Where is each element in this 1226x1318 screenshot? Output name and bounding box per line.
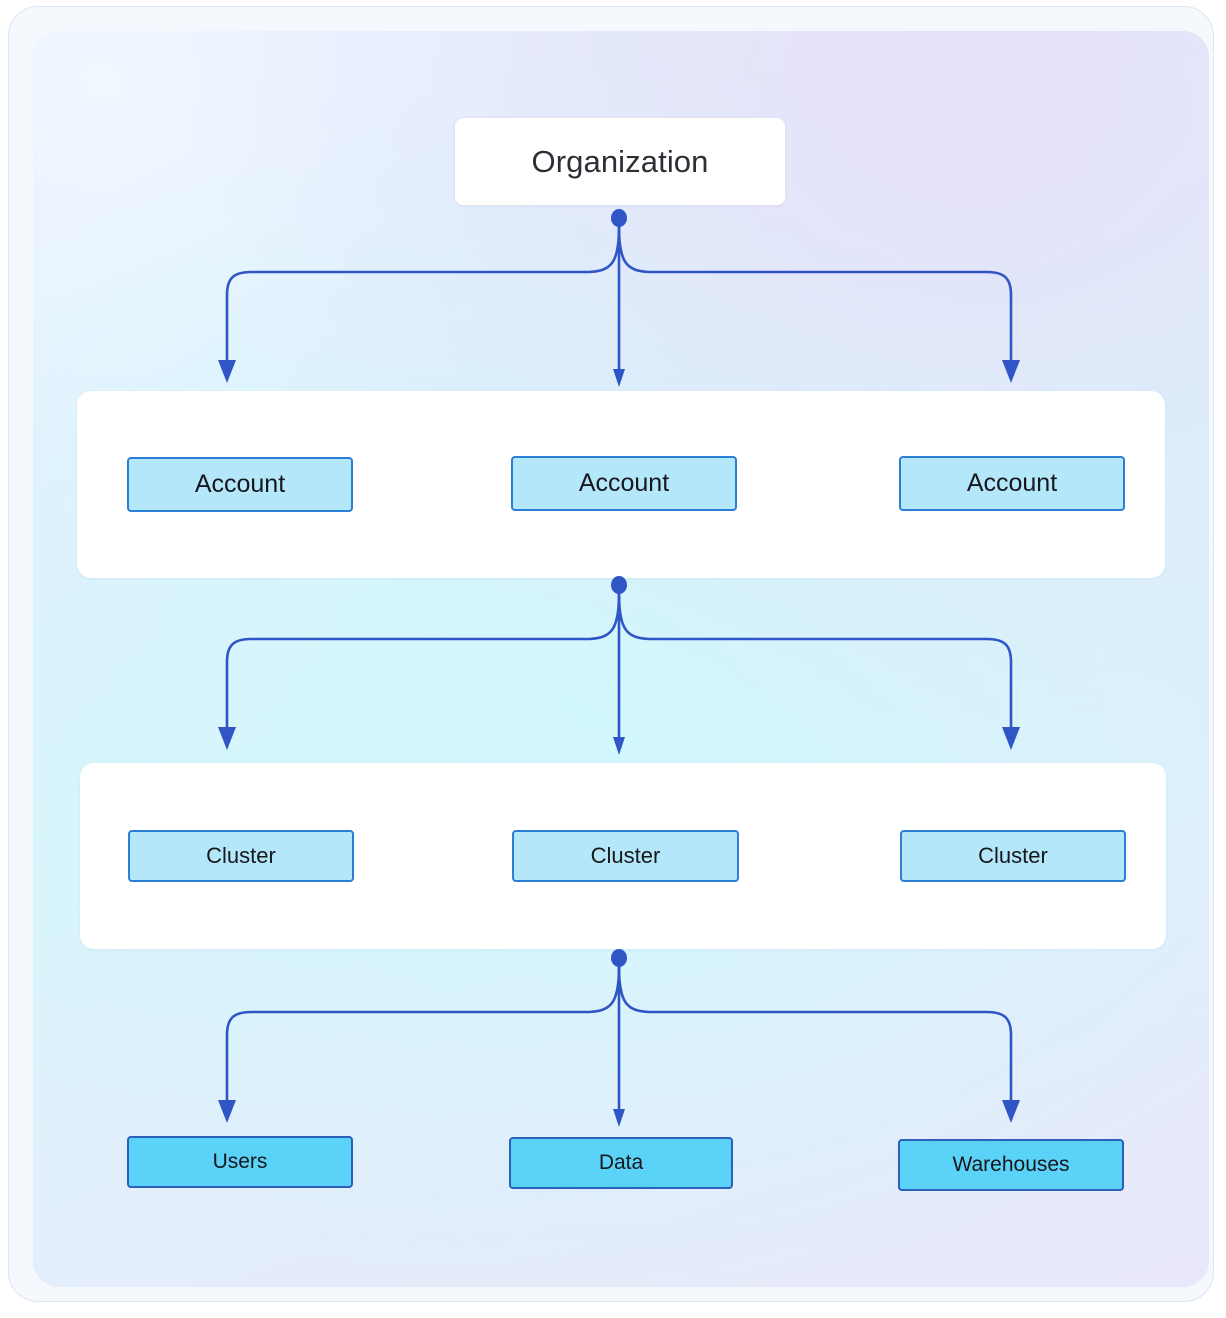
connector-layer	[218, 209, 1020, 1127]
node-users[interactable]: Users	[127, 1136, 353, 1188]
node-cluster-1[interactable]: Cluster	[128, 830, 354, 882]
node-organization[interactable]: Organization	[454, 117, 786, 206]
node-data[interactable]: Data	[509, 1137, 733, 1189]
connector-org-to-accounts	[218, 209, 1020, 387]
node-warehouses[interactable]: Warehouses	[898, 1139, 1124, 1191]
connector-clusters-to-resources	[218, 949, 1020, 1127]
connector-accounts-to-clusters	[218, 576, 1020, 755]
node-cluster-2[interactable]: Cluster	[512, 830, 739, 882]
node-account-1[interactable]: Account	[127, 457, 353, 512]
node-cluster-3[interactable]: Cluster	[900, 830, 1126, 882]
gradient-canvas: Organization Account Account Account Clu…	[33, 31, 1209, 1287]
diagram-page: Organization Account Account Account Clu…	[0, 0, 1226, 1318]
node-account-3[interactable]: Account	[899, 456, 1125, 511]
outer-card: Organization Account Account Account Clu…	[8, 6, 1214, 1302]
node-account-2[interactable]: Account	[511, 456, 737, 511]
